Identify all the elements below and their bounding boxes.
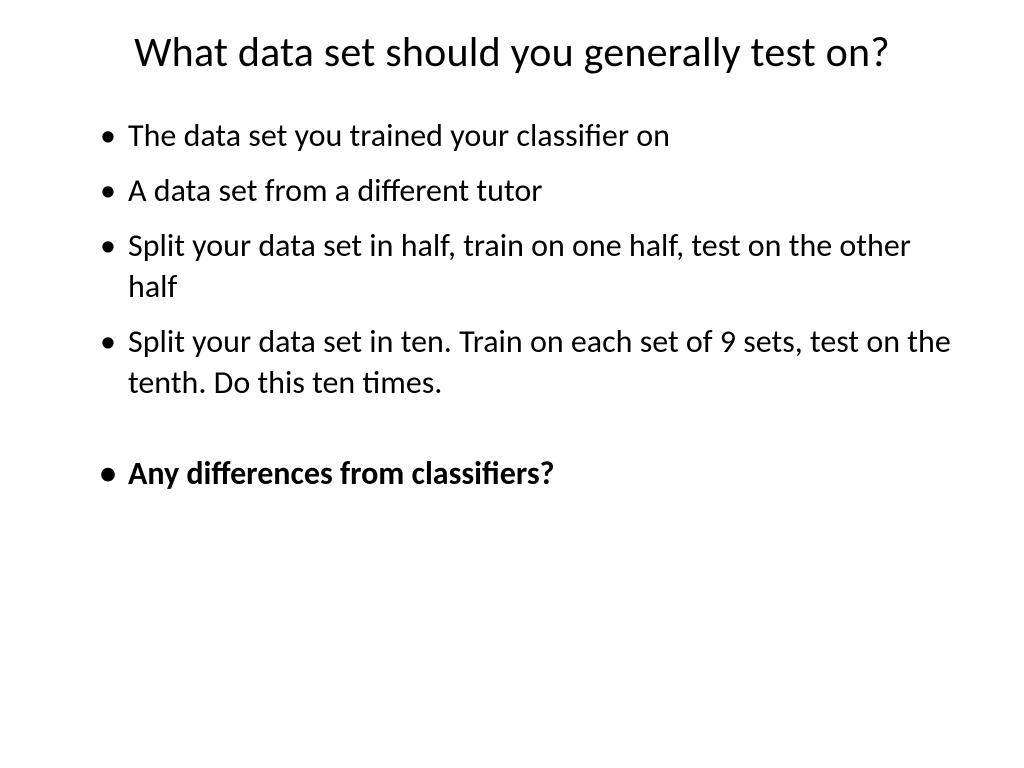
slide: What data set should you generally test … (0, 0, 1024, 768)
list-item: A data set from a different tutor (100, 171, 954, 212)
list-item: Any differences from classifiers? (100, 454, 954, 495)
list-spacer (100, 418, 954, 454)
slide-title: What data set should you generally test … (70, 28, 954, 78)
list-item: The data set you trained your classifier… (100, 116, 954, 157)
list-item: Split your data set in ten. Train on eac… (100, 322, 954, 404)
list-item: Split your data set in half, train on on… (100, 226, 954, 308)
bullet-list: The data set you trained your classifier… (70, 116, 954, 495)
